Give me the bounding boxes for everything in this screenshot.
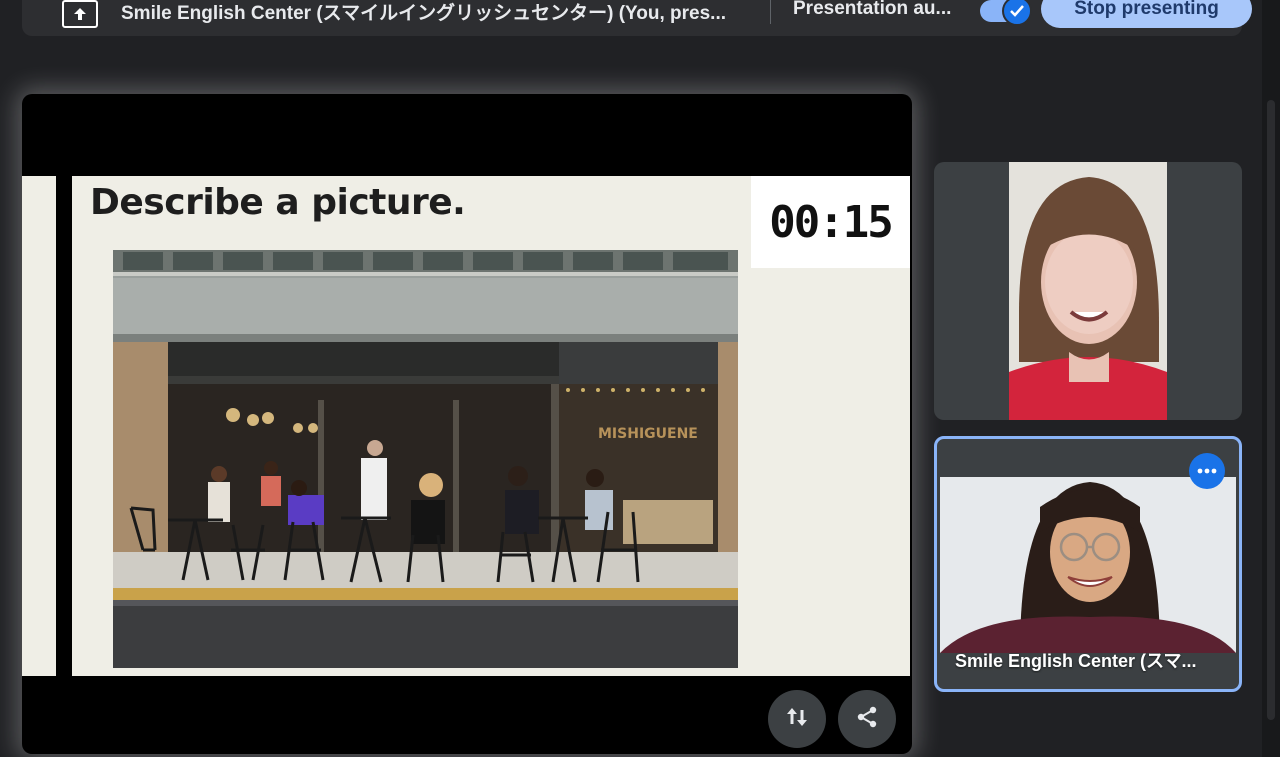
participant-tile[interactable] (934, 162, 1242, 420)
present-screen-icon (62, 0, 98, 28)
presentation-autoplay-label: Presentation au... (793, 0, 952, 19)
swap-layout-button[interactable] (768, 690, 826, 748)
scrollbar[interactable] (1262, 0, 1280, 757)
slide: Describe a picture. 00:15 MISHIGUENE (72, 176, 910, 676)
timer-box: 00:15 (751, 176, 910, 268)
stop-presenting-button[interactable]: Stop presenting (1041, 0, 1252, 28)
participant-video (940, 477, 1236, 653)
swap-vertical-icon (784, 704, 810, 735)
check-icon (1002, 0, 1032, 26)
share-button[interactable] (838, 690, 896, 748)
presenting-title: Smile English Center (スマイルイングリッシュセンター) (… (121, 3, 727, 24)
slide-heading: Describe a picture. (90, 182, 466, 223)
timer-text: 00:15 (769, 196, 893, 248)
divider (770, 0, 771, 24)
participant-tile-active[interactable]: Smile English Center (スマ... (934, 436, 1242, 692)
scrollbar-thumb[interactable] (1267, 100, 1275, 720)
more-horizontal-icon (1197, 468, 1217, 474)
share-icon (854, 704, 880, 735)
slide-edge (22, 176, 56, 676)
participant-name: Smile English Center (スマ... (955, 651, 1197, 671)
presentation-autoplay-toggle[interactable] (980, 0, 1032, 26)
more-options-button[interactable] (1189, 453, 1225, 489)
window-sign: MISHIGUENE (598, 426, 698, 442)
cafe-photo: MISHIGUENE MISHIGUENE (113, 250, 738, 668)
presenting-bar: Smile English Center (スマイルイングリッシュセンター) (… (22, 0, 1252, 36)
participant-video (1009, 162, 1167, 420)
